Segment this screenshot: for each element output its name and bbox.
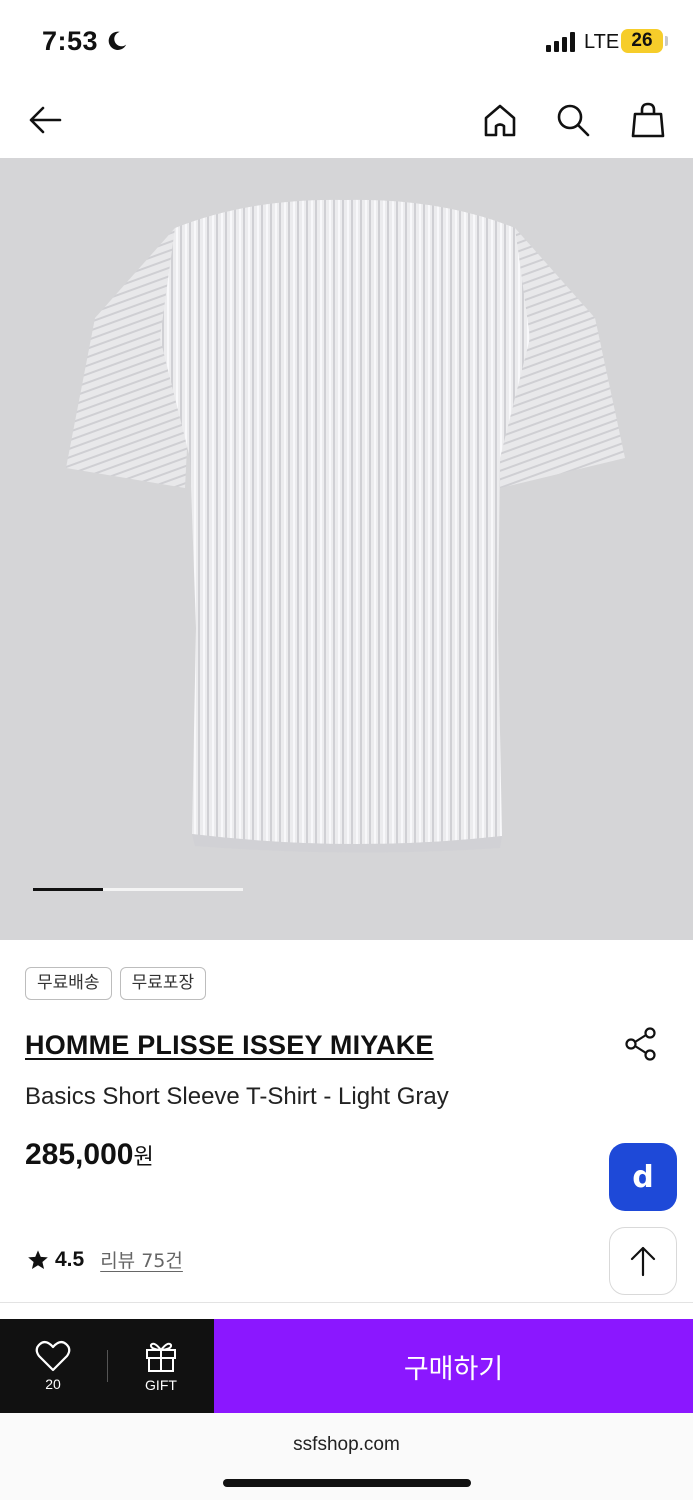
buy-button[interactable]: 구매하기 [214, 1319, 693, 1413]
battery-level: 26 [621, 29, 663, 53]
scroll-top-button[interactable] [609, 1227, 677, 1295]
price-currency: 원 [133, 1145, 154, 1170]
gift-button[interactable]: GIFT [126, 1319, 196, 1413]
home-indicator[interactable] [223, 1479, 471, 1487]
gift-label: GIFT [145, 1377, 177, 1393]
free-shipping-tag: 무료배송 [25, 967, 112, 1000]
cart-button[interactable] [626, 98, 670, 142]
search-icon [557, 104, 590, 137]
section-divider [0, 1302, 693, 1303]
shopping-bag-icon [631, 102, 665, 138]
browser-footer: ssfshop.com [0, 1413, 693, 1500]
search-button[interactable] [551, 98, 595, 142]
top-nav [0, 84, 693, 158]
product-price: 285,000원 [25, 1138, 154, 1172]
d-floating-button[interactable]: d [609, 1143, 677, 1211]
bottom-action-bar: 20 GIFT 구매하기 [0, 1319, 693, 1413]
signal-icon [546, 32, 575, 52]
rating-summary: 4.5 리뷰 75건 [27, 1246, 183, 1273]
price-value: 285,000 [25, 1138, 134, 1171]
action-bar-separator [107, 1350, 108, 1382]
product-image-carousel[interactable] [0, 158, 693, 940]
free-wrapping-tag: 무료포장 [119, 967, 207, 1000]
product-name: Basics Short Sleeve T-Shirt - Light Gray [25, 1083, 449, 1110]
share-icon[interactable] [622, 1024, 660, 1062]
image-pager-progress [33, 888, 103, 891]
reviews-link[interactable]: 리뷰 75건 [100, 1246, 183, 1273]
brand-link[interactable]: HOMME PLISSE ISSEY MIYAKE [25, 1030, 434, 1061]
status-bar: 7:53 LTE 26 [0, 0, 693, 84]
home-icon [484, 104, 516, 137]
benefit-tags: 무료배송 무료포장 [25, 967, 207, 1000]
like-button[interactable]: 20 [20, 1319, 86, 1413]
arrow-up-icon [630, 1246, 656, 1277]
product-image [66, 199, 625, 853]
like-count: 20 [45, 1376, 61, 1392]
back-button[interactable] [23, 98, 67, 142]
heart-icon [35, 1340, 71, 1372]
rating-value: 4.5 [55, 1247, 85, 1271]
moon-icon [108, 31, 127, 50]
home-button[interactable] [478, 98, 522, 142]
image-pager [33, 888, 243, 891]
gift-icon [146, 1342, 176, 1372]
url-bar[interactable]: ssfshop.com [0, 1434, 693, 1456]
battery-tip [665, 36, 668, 46]
network-type: LTE [584, 31, 620, 53]
arrow-left-icon [29, 106, 62, 134]
d-logo-icon: d [632, 1159, 654, 1195]
star-icon [28, 1249, 48, 1269]
status-time: 7:53 [42, 26, 99, 56]
